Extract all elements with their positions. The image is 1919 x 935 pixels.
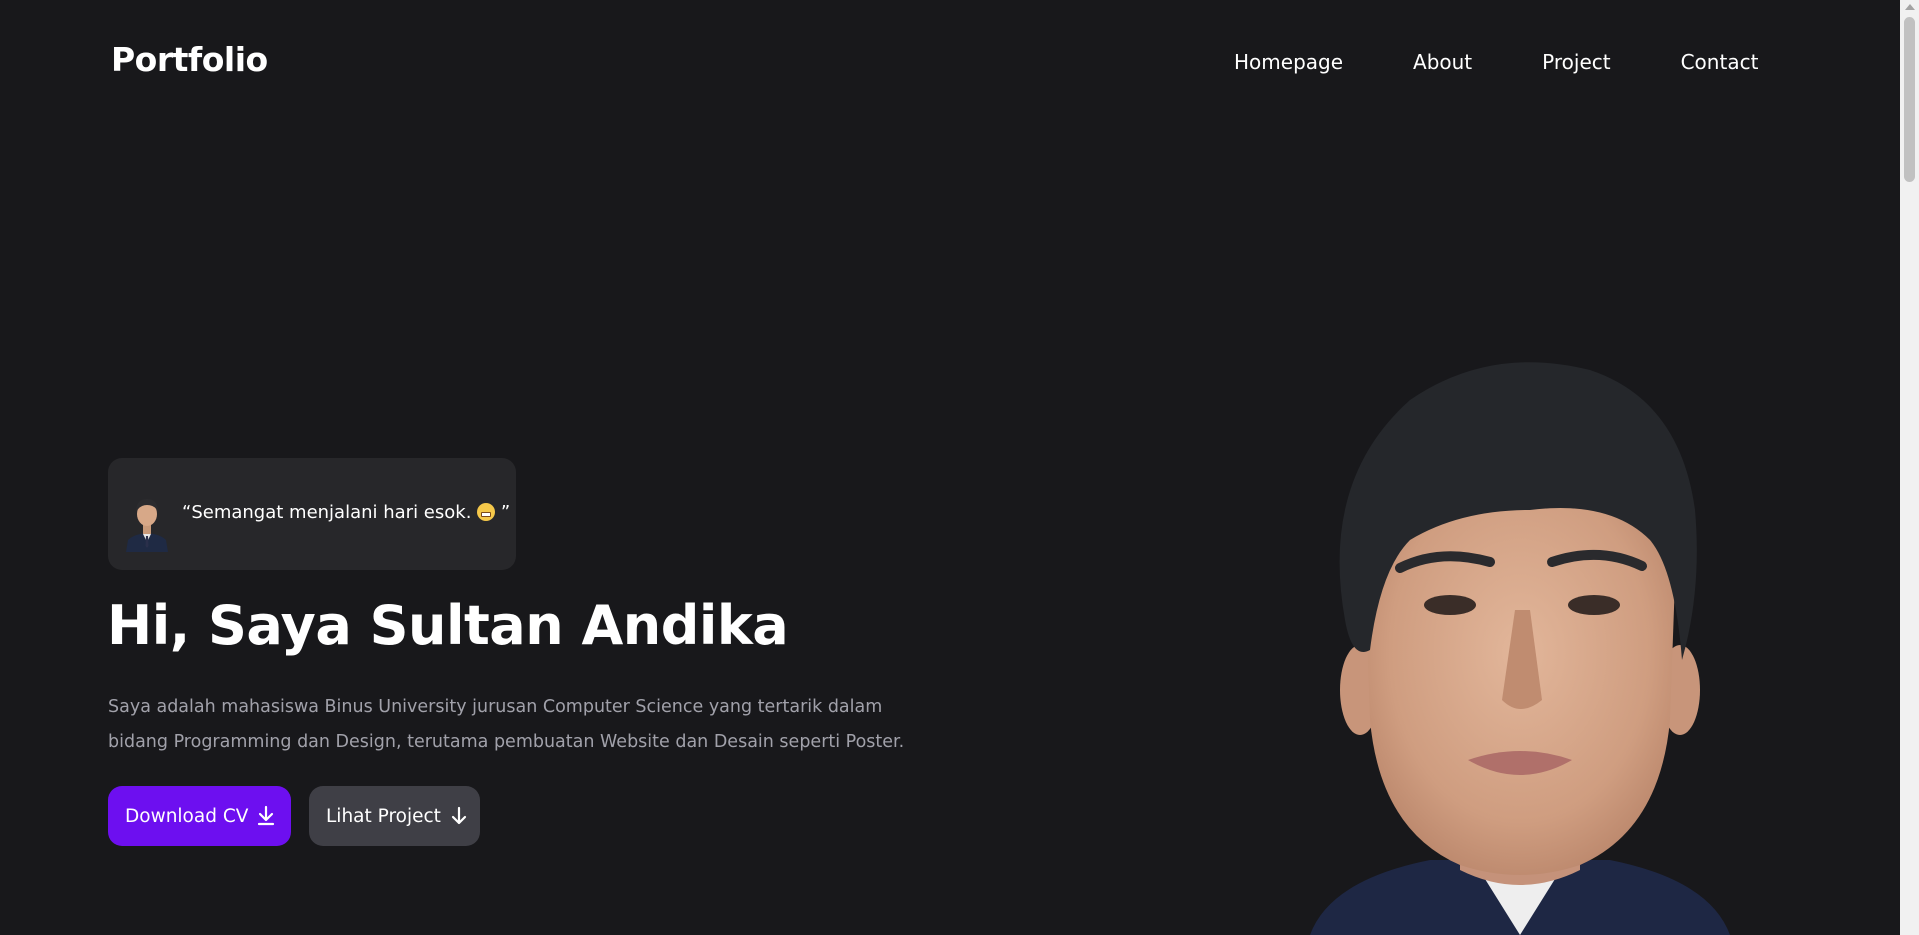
portfolio-page: Portfolio Homepage About Project Contact… xyxy=(0,0,1919,935)
quote-card: “Semangat menjalani hari esok. ” xyxy=(108,458,516,570)
arrow-down-icon xyxy=(449,805,469,827)
quote-text: “Semangat menjalani hari esok. ” xyxy=(182,502,510,523)
hero-heading: Hi, Saya Sultan Andika xyxy=(107,594,789,657)
hero-description: Saya adalah mahasiswa Binus University j… xyxy=(108,697,905,752)
quote-closing: ” xyxy=(495,502,511,523)
quote-body: “Semangat menjalani hari esok. xyxy=(182,502,472,523)
scroll-up-arrow-icon[interactable] xyxy=(1905,4,1915,10)
avatar-image xyxy=(124,490,170,552)
avatar xyxy=(124,490,170,552)
vertical-scrollbar[interactable] xyxy=(1900,0,1919,935)
nav-link-about[interactable]: About xyxy=(1413,50,1472,74)
nav-link-contact[interactable]: Contact xyxy=(1681,50,1759,74)
lihat-project-label: Lihat Project xyxy=(326,805,441,827)
nav-link-homepage[interactable]: Homepage xyxy=(1234,50,1343,74)
nav-link-project[interactable]: Project xyxy=(1542,50,1610,74)
portrait-image xyxy=(1310,362,1730,935)
navbar: Portfolio Homepage About Project Contact xyxy=(0,0,1900,125)
scroll-thumb[interactable] xyxy=(1904,17,1915,182)
profile-portrait xyxy=(1290,360,1750,935)
nav-links: Homepage About Project Contact xyxy=(1234,50,1758,74)
site-logo[interactable]: Portfolio xyxy=(111,40,268,79)
grimacing-face-emoji-icon xyxy=(477,503,496,521)
lihat-project-button[interactable]: Lihat Project xyxy=(309,786,480,846)
download-cv-label: Download CV xyxy=(125,805,249,827)
download-cv-button[interactable]: Download CV xyxy=(108,786,291,846)
download-icon xyxy=(256,805,276,827)
